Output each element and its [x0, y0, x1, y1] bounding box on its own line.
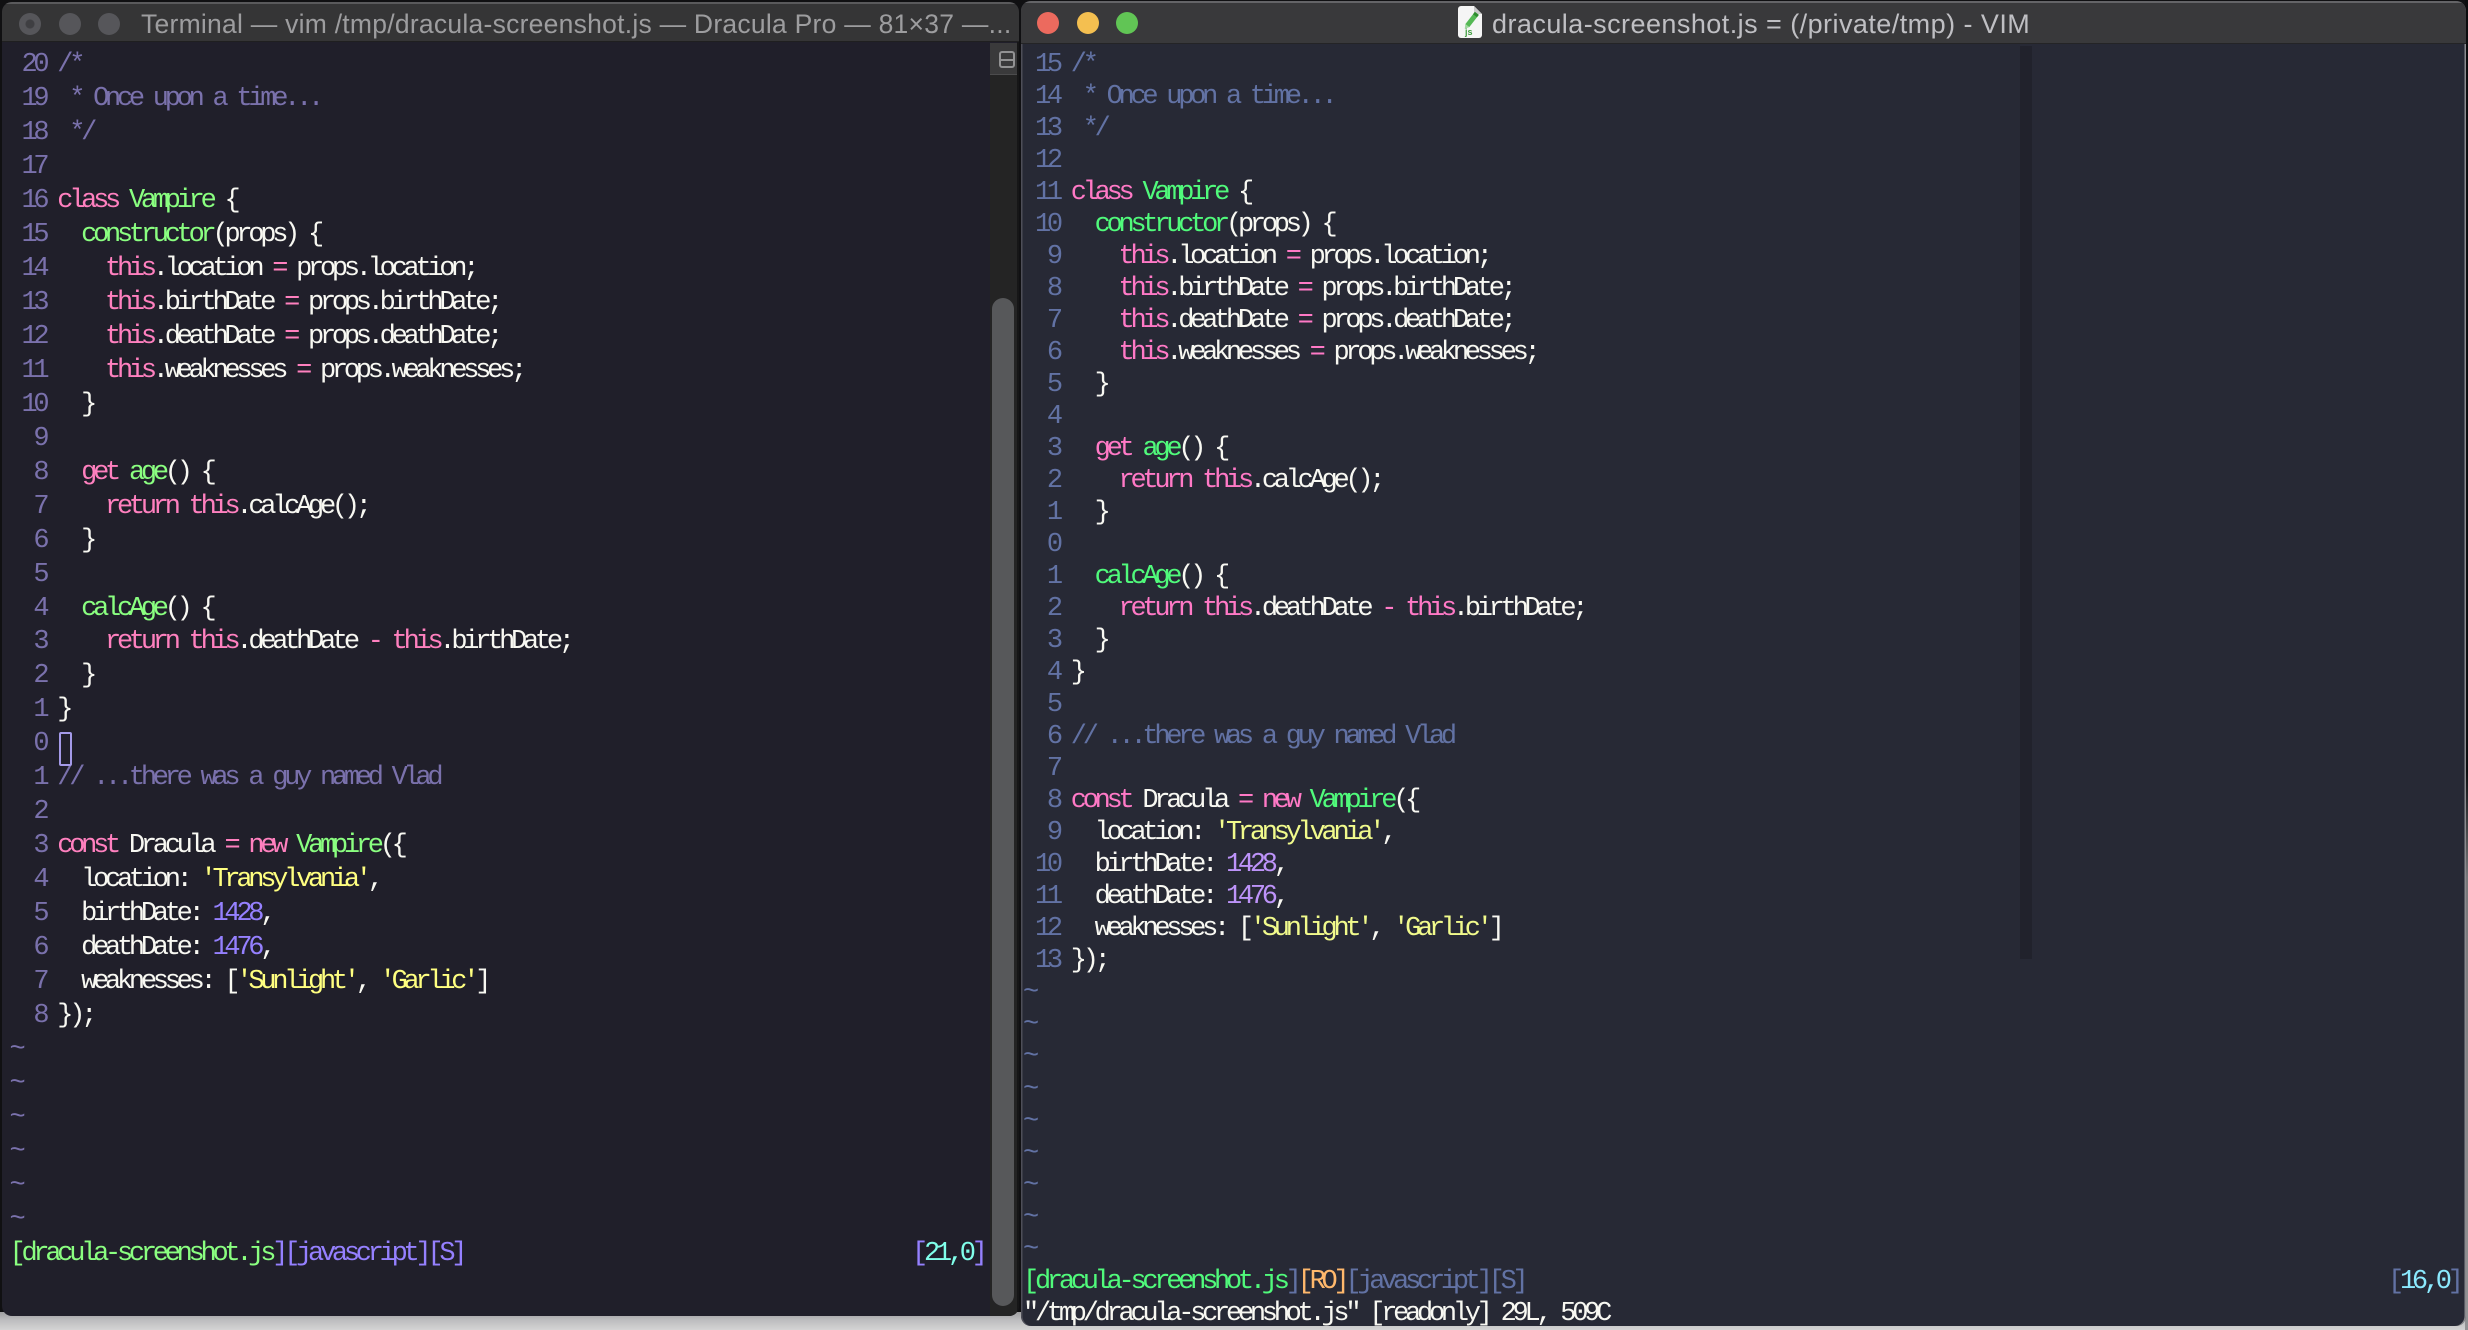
- svg-text:js: js: [1464, 27, 1473, 37]
